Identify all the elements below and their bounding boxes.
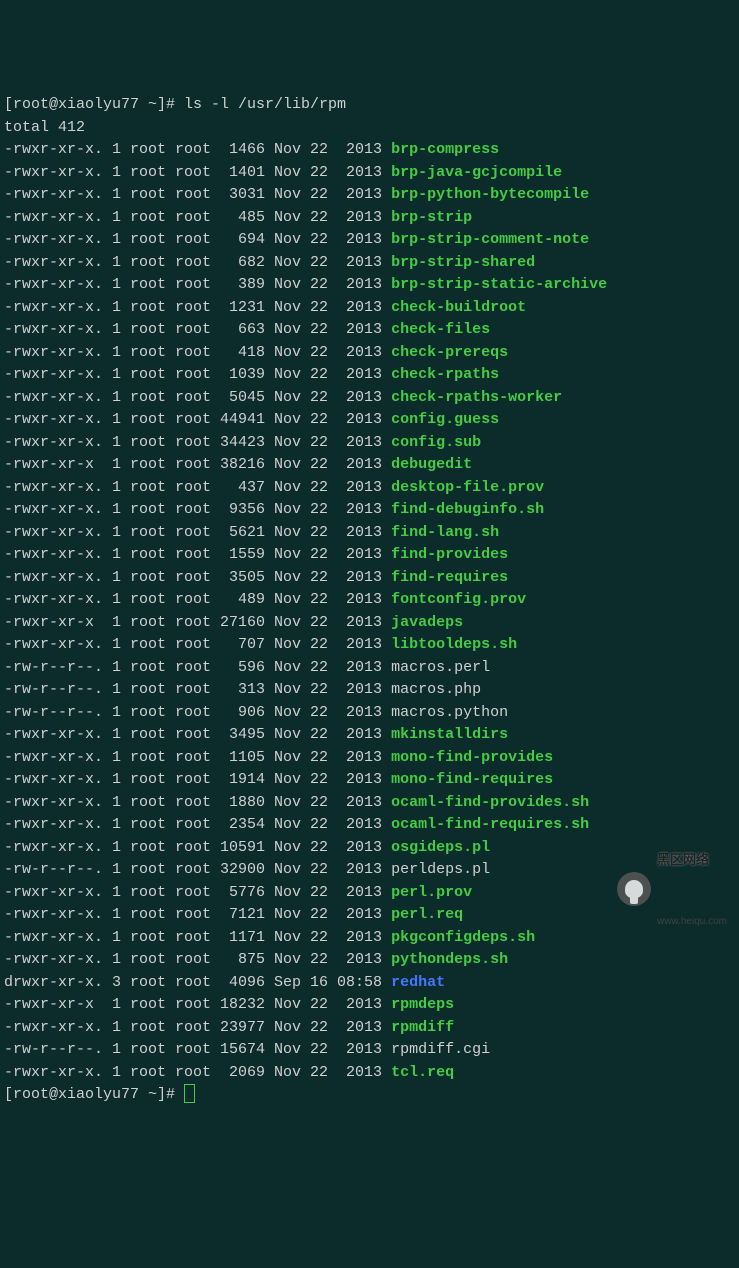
list-item: drwxr-xr-x. 3 root root 4096 Sep 16 08:5…: [4, 972, 735, 995]
filename: find-lang.sh: [391, 524, 499, 541]
list-item: -rw-r--r--. 1 root root 906 Nov 22 2013 …: [4, 702, 735, 725]
filename: mkinstalldirs: [391, 726, 508, 743]
filename: perl.prov: [391, 884, 472, 901]
total-line: total 412: [4, 117, 735, 140]
list-item: -rwxr-xr-x. 1 root root 1466 Nov 22 2013…: [4, 139, 735, 162]
filename: javadeps: [391, 614, 463, 631]
filename: brp-strip-shared: [391, 254, 535, 271]
filename: find-provides: [391, 546, 508, 563]
list-item: -rwxr-xr-x 1 root root 38216 Nov 22 2013…: [4, 454, 735, 477]
filename: mono-find-provides: [391, 749, 553, 766]
filename: config.sub: [391, 434, 481, 451]
filename: check-buildroot: [391, 299, 526, 316]
filename: check-prereqs: [391, 344, 508, 361]
cursor: [184, 1084, 195, 1103]
filename: brp-java-gcjcompile: [391, 164, 562, 181]
list-item: -rwxr-xr-x. 1 root root 2354 Nov 22 2013…: [4, 814, 735, 837]
list-item: -rwxr-xr-x. 1 root root 1171 Nov 22 2013…: [4, 927, 735, 950]
list-item: -rwxr-xr-x. 1 root root 707 Nov 22 2013 …: [4, 634, 735, 657]
list-item: -rwxr-xr-x. 1 root root 9356 Nov 22 2013…: [4, 499, 735, 522]
prompt-line[interactable]: [root@xiaolyu77 ~]#: [4, 1084, 735, 1107]
list-item: -rwxr-xr-x. 1 root root 1231 Nov 22 2013…: [4, 297, 735, 320]
list-item: -rwxr-xr-x. 1 root root 3505 Nov 22 2013…: [4, 567, 735, 590]
filename: find-debuginfo.sh: [391, 501, 544, 518]
filename: osgideps.pl: [391, 839, 490, 856]
filename: pkgconfigdeps.sh: [391, 929, 535, 946]
filename: brp-strip-comment-note: [391, 231, 589, 248]
list-item: -rwxr-xr-x. 1 root root 1105 Nov 22 2013…: [4, 747, 735, 770]
filename: config.guess: [391, 411, 499, 428]
filename: find-requires: [391, 569, 508, 586]
list-item: -rwxr-xr-x. 1 root root 3495 Nov 22 2013…: [4, 724, 735, 747]
terminal-output[interactable]: [root@xiaolyu77 ~]# ls -l /usr/lib/rpmto…: [4, 94, 735, 1107]
filename: ocaml-find-requires.sh: [391, 816, 589, 833]
list-item: -rwxr-xr-x. 1 root root 489 Nov 22 2013 …: [4, 589, 735, 612]
list-item: -rwxr-xr-x. 1 root root 1880 Nov 22 2013…: [4, 792, 735, 815]
filename: mono-find-requires: [391, 771, 553, 788]
filename: rpmdiff: [391, 1019, 454, 1036]
filename: brp-compress: [391, 141, 499, 158]
list-item: -rwxr-xr-x. 1 root root 44941 Nov 22 201…: [4, 409, 735, 432]
list-item: -rwxr-xr-x. 1 root root 694 Nov 22 2013 …: [4, 229, 735, 252]
list-item: -rwxr-xr-x. 1 root root 3031 Nov 22 2013…: [4, 184, 735, 207]
list-item: -rwxr-xr-x. 1 root root 2069 Nov 22 2013…: [4, 1062, 735, 1085]
list-item: -rwxr-xr-x 1 root root 18232 Nov 22 2013…: [4, 994, 735, 1017]
list-item: -rwxr-xr-x. 1 root root 682 Nov 22 2013 …: [4, 252, 735, 275]
filename: macros.python: [391, 704, 508, 721]
list-item: -rwxr-xr-x. 1 root root 1559 Nov 22 2013…: [4, 544, 735, 567]
list-item: -rwxr-xr-x. 1 root root 7121 Nov 22 2013…: [4, 904, 735, 927]
filename: ocaml-find-provides.sh: [391, 794, 589, 811]
list-item: -rw-r--r--. 1 root root 596 Nov 22 2013 …: [4, 657, 735, 680]
prompt-line: [root@xiaolyu77 ~]# ls -l /usr/lib/rpm: [4, 94, 735, 117]
filename: macros.php: [391, 681, 481, 698]
filename: libtooldeps.sh: [391, 636, 517, 653]
filename: check-files: [391, 321, 490, 338]
filename: perl.req: [391, 906, 463, 923]
filename: brp-strip-static-archive: [391, 276, 607, 293]
filename: rpmdiff.cgi: [391, 1041, 490, 1058]
list-item: -rw-r--r--. 1 root root 32900 Nov 22 201…: [4, 859, 735, 882]
filename: desktop-file.prov: [391, 479, 544, 496]
filename: check-rpaths-worker: [391, 389, 562, 406]
list-item: -rwxr-xr-x. 1 root root 5621 Nov 22 2013…: [4, 522, 735, 545]
filename: redhat: [391, 974, 445, 991]
list-item: -rwxr-xr-x. 1 root root 23977 Nov 22 201…: [4, 1017, 735, 1040]
filename: pythondeps.sh: [391, 951, 508, 968]
list-item: -rwxr-xr-x. 1 root root 875 Nov 22 2013 …: [4, 949, 735, 972]
list-item: -rwxr-xr-x. 1 root root 389 Nov 22 2013 …: [4, 274, 735, 297]
list-item: -rwxr-xr-x. 1 root root 485 Nov 22 2013 …: [4, 207, 735, 230]
list-item: -rwxr-xr-x. 1 root root 663 Nov 22 2013 …: [4, 319, 735, 342]
list-item: -rwxr-xr-x. 1 root root 5776 Nov 22 2013…: [4, 882, 735, 905]
filename: check-rpaths: [391, 366, 499, 383]
list-item: -rwxr-xr-x. 1 root root 437 Nov 22 2013 …: [4, 477, 735, 500]
filename: rpmdeps: [391, 996, 454, 1013]
list-item: -rwxr-xr-x 1 root root 27160 Nov 22 2013…: [4, 612, 735, 635]
list-item: -rwxr-xr-x. 1 root root 418 Nov 22 2013 …: [4, 342, 735, 365]
list-item: -rwxr-xr-x. 1 root root 5045 Nov 22 2013…: [4, 387, 735, 410]
list-item: -rw-r--r--. 1 root root 15674 Nov 22 201…: [4, 1039, 735, 1062]
list-item: -rw-r--r--. 1 root root 313 Nov 22 2013 …: [4, 679, 735, 702]
filename: perldeps.pl: [391, 861, 490, 878]
list-item: -rwxr-xr-x. 1 root root 1039 Nov 22 2013…: [4, 364, 735, 387]
list-item: -rwxr-xr-x. 1 root root 1401 Nov 22 2013…: [4, 162, 735, 185]
filename: macros.perl: [391, 659, 490, 676]
list-item: -rwxr-xr-x. 1 root root 1914 Nov 22 2013…: [4, 769, 735, 792]
filename: fontconfig.prov: [391, 591, 526, 608]
filename: tcl.req: [391, 1064, 454, 1081]
filename: brp-strip: [391, 209, 472, 226]
filename: brp-python-bytecompile: [391, 186, 589, 203]
list-item: -rwxr-xr-x. 1 root root 10591 Nov 22 201…: [4, 837, 735, 860]
filename: debugedit: [391, 456, 472, 473]
list-item: -rwxr-xr-x. 1 root root 34423 Nov 22 201…: [4, 432, 735, 455]
